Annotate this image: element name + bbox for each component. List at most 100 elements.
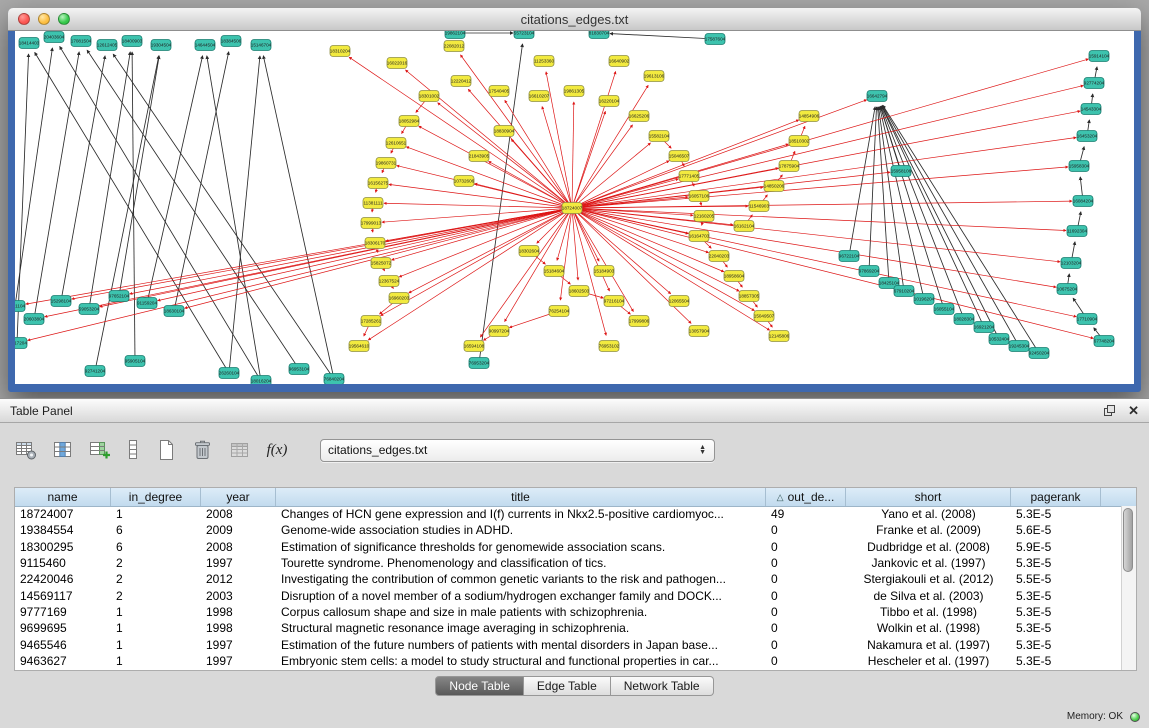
cell-title[interactable]: Estimation of the future numbers of pati…: [276, 638, 766, 652]
network-node[interactable]: 16625206: [629, 111, 650, 122]
cell-year[interactable]: 2008: [201, 540, 276, 554]
delete-button[interactable]: [187, 435, 219, 465]
network-node[interactable]: 67748204: [1094, 336, 1115, 347]
network-node[interactable]: 16156275: [368, 178, 389, 189]
network-node[interactable]: 59053204: [79, 304, 100, 315]
network-node[interactable]: 92450204: [1029, 348, 1050, 359]
network-node[interactable]: 17875904: [779, 161, 800, 172]
new-file-button[interactable]: [150, 435, 182, 465]
cell-out-de-[interactable]: 0: [766, 589, 846, 603]
network-node[interactable]: 16220104: [599, 96, 620, 107]
network-node[interactable]: 19860731: [376, 158, 397, 169]
network-node[interactable]: 11692304: [1067, 226, 1088, 237]
network-node[interactable]: 15914104: [1089, 51, 1110, 62]
column-header-title[interactable]: title: [276, 488, 766, 506]
network-node[interactable]: 90997204: [489, 326, 510, 337]
close-button[interactable]: [18, 13, 30, 25]
network-node[interactable]: 18510302: [789, 136, 810, 147]
cell-in-degree[interactable]: 1: [111, 654, 201, 668]
network-node[interactable]: 76840204: [324, 374, 345, 385]
network-node[interactable]: 16921204: [974, 322, 995, 333]
cell-out-de-[interactable]: 0: [766, 572, 846, 586]
network-node[interactable]: 92774204: [1084, 78, 1105, 89]
network-node[interactable]: 26260104: [219, 368, 240, 379]
network-node[interactable]: 67910204: [894, 286, 915, 297]
cell-year[interactable]: 1997: [201, 654, 276, 668]
network-canvas[interactable]: 1872400718301002180529841261065119860731…: [15, 31, 1134, 384]
network-node[interactable]: 12610651: [386, 138, 407, 149]
cell-pagerank[interactable]: 5.6E-5: [1011, 523, 1101, 537]
cell-title[interactable]: Disruption of a novel member of a sodium…: [276, 589, 766, 603]
network-node[interactable]: 17081504: [71, 36, 92, 47]
table-row[interactable]: 1456911722003Disruption of a novel membe…: [15, 587, 1122, 603]
table-row[interactable]: 946362711997Embryonic stem cells: a mode…: [15, 653, 1122, 669]
network-node[interactable]: 18301002: [419, 91, 440, 102]
cell-in-degree[interactable]: 6: [111, 540, 201, 554]
network-node[interactable]: 11546903: [749, 201, 770, 212]
network-node[interactable]: 19613106: [644, 71, 665, 82]
network-node[interactable]: 19564610: [349, 341, 370, 352]
network-node[interactable]: 10675204: [1057, 284, 1078, 295]
cell-year[interactable]: 2003: [201, 589, 276, 603]
cell-title[interactable]: Genome-wide association studies in ADHD.: [276, 523, 766, 537]
cell-in-degree[interactable]: 1: [111, 621, 201, 635]
network-node[interactable]: 76953102: [599, 341, 620, 352]
cell-short[interactable]: de Silva et al. (2003): [846, 589, 1011, 603]
column-header-pagerank[interactable]: pagerank: [1011, 488, 1101, 506]
import-table-button[interactable]: [224, 435, 256, 465]
network-node[interactable]: 18310204: [330, 46, 351, 57]
network-node[interactable]: 12612405: [97, 40, 118, 51]
cell-name[interactable]: 22420046: [15, 572, 111, 586]
network-node[interactable]: 16057106: [689, 191, 710, 202]
network-node[interactable]: 18857305: [739, 291, 760, 302]
cell-out-de-[interactable]: 0: [766, 638, 846, 652]
table-row[interactable]: 2242004622012Investigating the contribut…: [15, 571, 1122, 587]
network-node[interactable]: 18602503: [569, 286, 590, 297]
cell-title[interactable]: Structural magnetic resonance image aver…: [276, 621, 766, 635]
network-node[interactable]: 18028304: [954, 314, 975, 325]
cell-title[interactable]: Corpus callosum shape and size in male p…: [276, 605, 766, 619]
scrollbar-thumb[interactable]: [1123, 508, 1133, 572]
network-node[interactable]: 10196204: [914, 294, 935, 305]
network-node[interactable]: 16594108: [464, 341, 485, 352]
network-node[interactable]: 76953204: [469, 358, 490, 369]
network-node[interactable]: 97216104: [604, 296, 625, 307]
network-node[interactable]: 13057904: [689, 326, 710, 337]
network-node[interactable]: 16164703: [689, 231, 710, 242]
zoom-button[interactable]: [58, 13, 70, 25]
cell-short[interactable]: Tibbo et al. (1998): [846, 605, 1011, 619]
cell-year[interactable]: 1997: [201, 556, 276, 570]
cell-year[interactable]: 1997: [201, 638, 276, 652]
network-node[interactable]: 16640902: [609, 56, 630, 67]
cell-pagerank[interactable]: 5.3E-5: [1011, 605, 1101, 619]
cell-out-de-[interactable]: 49: [766, 507, 846, 521]
network-node[interactable]: 81830704: [589, 31, 610, 39]
column-header-out-de-[interactable]: △out_de...: [766, 488, 846, 506]
vertical-scrollbar[interactable]: [1121, 506, 1136, 670]
network-node[interactable]: 96621104: [15, 301, 25, 312]
network-window[interactable]: citations_edges.txt 18724007183010021805…: [8, 8, 1141, 392]
network-node[interactable]: 22082012: [444, 41, 465, 52]
network-node[interactable]: 17285261: [361, 316, 382, 327]
cell-name[interactable]: 18300295: [15, 540, 111, 554]
network-node[interactable]: 19862104: [445, 31, 466, 39]
network-node[interactable]: 18724007: [562, 203, 583, 214]
network-node[interactable]: 15825072: [371, 258, 392, 269]
network-node[interactable]: 18016204: [251, 376, 272, 385]
cell-out-de-[interactable]: 0: [766, 654, 846, 668]
column-header-year[interactable]: year: [201, 488, 276, 506]
show-column-button[interactable]: [47, 435, 79, 465]
network-view[interactable]: 1872400718301002180529841261065119860731…: [15, 31, 1134, 384]
network-node[interactable]: 20403604: [44, 32, 65, 43]
network-node[interactable]: 18958604: [724, 271, 745, 282]
network-node[interactable]: 17710904: [1077, 314, 1098, 325]
cell-short[interactable]: Yano et al. (2008): [846, 507, 1011, 521]
network-node[interactable]: 12103204: [1061, 258, 1082, 269]
network-node[interactable]: 15298104: [51, 296, 72, 307]
cell-out-de-[interactable]: 0: [766, 523, 846, 537]
column-header-name[interactable]: name: [15, 488, 111, 506]
cell-year[interactable]: 2012: [201, 572, 276, 586]
row-tools-button[interactable]: [121, 435, 145, 465]
network-node[interactable]: 14543304: [1081, 104, 1102, 115]
network-node[interactable]: 15958304: [1069, 161, 1090, 172]
